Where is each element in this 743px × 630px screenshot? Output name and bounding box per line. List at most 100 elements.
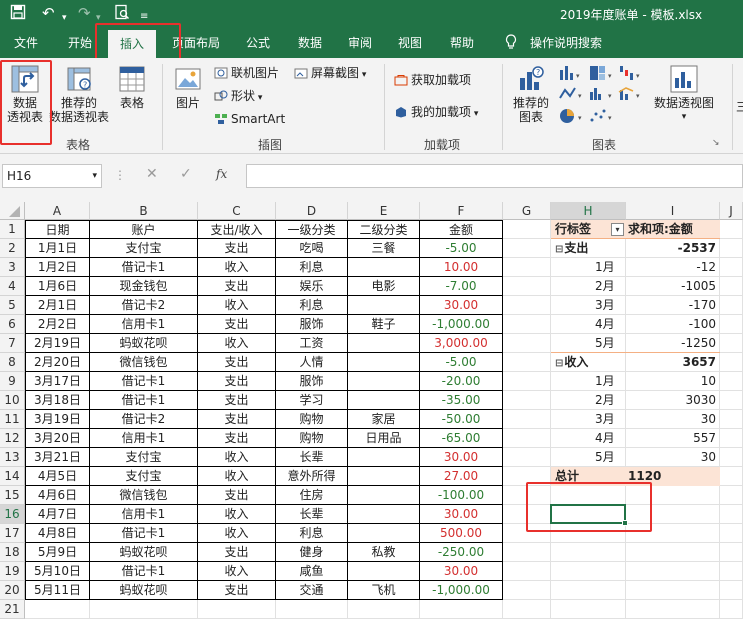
recommended-pivottables-button[interactable]: ? 推荐的 数据透视表: [48, 64, 110, 124]
row-header-7[interactable]: 7: [0, 334, 25, 353]
table-cell[interactable]: 借记卡1: [90, 524, 198, 543]
row-header-5[interactable]: 5: [0, 296, 25, 315]
my-addins-button[interactable]: 我的加载项 ▾: [394, 104, 478, 122]
table-cell[interactable]: -5.00: [420, 353, 503, 372]
pivot-row-label[interactable]: 4月: [551, 429, 626, 448]
table-cell[interactable]: 30.00: [420, 448, 503, 467]
table-cell[interactable]: 购物: [276, 429, 348, 448]
column-header-d[interactable]: D: [276, 202, 348, 220]
table-cell[interactable]: [348, 467, 420, 486]
cancel-icon[interactable]: ✕: [146, 166, 158, 182]
table-cell[interactable]: 支出: [198, 543, 276, 562]
row-header-18[interactable]: 18: [0, 543, 25, 562]
row-header-11[interactable]: 11: [0, 410, 25, 429]
row-header-9[interactable]: 9: [0, 372, 25, 391]
table-cell[interactable]: 27.00: [420, 467, 503, 486]
insert-function-icon[interactable]: fx: [216, 167, 227, 181]
table-cell[interactable]: [348, 258, 420, 277]
table-cell[interactable]: 利息: [276, 258, 348, 277]
shapes-button[interactable]: 形状 ▾: [214, 88, 262, 106]
table-header-cell[interactable]: 一级分类: [276, 220, 348, 239]
table-cell[interactable]: 5月10日: [25, 562, 90, 581]
pivot-row-label[interactable]: 2月: [551, 391, 626, 410]
save-icon[interactable]: [10, 4, 26, 24]
pivot-row-label[interactable]: 1月: [551, 258, 626, 277]
table-cell[interactable]: 微信钱包: [90, 353, 198, 372]
pivot-row-label[interactable]: 5月: [551, 448, 626, 467]
table-header-cell[interactable]: 账户: [90, 220, 198, 239]
row-header-1[interactable]: 1: [0, 220, 25, 239]
table-cell[interactable]: 利息: [276, 524, 348, 543]
table-cell[interactable]: 收入: [198, 505, 276, 524]
table-cell[interactable]: 30.00: [420, 562, 503, 581]
tours-button-cut[interactable]: 三: [736, 98, 743, 112]
table-cell[interactable]: 支出: [198, 239, 276, 258]
tell-me-search[interactable]: 操作说明搜索: [526, 28, 606, 58]
table-cell[interactable]: 服饰: [276, 315, 348, 334]
table-cell[interactable]: 3月18日: [25, 391, 90, 410]
table-cell[interactable]: 购物: [276, 410, 348, 429]
pivot-row-value[interactable]: -2537: [626, 239, 720, 258]
statistic-chart-icon[interactable]: ▾: [590, 88, 612, 100]
table-cell[interactable]: 3月21日: [25, 448, 90, 467]
table-cell[interactable]: 10.00: [420, 258, 503, 277]
row-header-10[interactable]: 10: [0, 391, 25, 410]
table-header-cell[interactable]: 日期: [25, 220, 90, 239]
table-cell[interactable]: -1,000.00: [420, 581, 503, 600]
table-cell[interactable]: [348, 334, 420, 353]
table-cell[interactable]: [348, 448, 420, 467]
scatter-chart-icon[interactable]: ▾: [590, 109, 613, 123]
redo-icon[interactable]: ↷: [78, 4, 91, 22]
table-cell[interactable]: -100.00: [420, 486, 503, 505]
table-cell[interactable]: 蚂蚁花呗: [90, 543, 198, 562]
table-cell[interactable]: 支出: [198, 277, 276, 296]
table-cell[interactable]: 4月8日: [25, 524, 90, 543]
table-cell[interactable]: 借记卡1: [90, 562, 198, 581]
tab-view[interactable]: 视图: [390, 28, 430, 58]
column-header-h[interactable]: H: [551, 202, 626, 220]
tab-formulas[interactable]: 公式: [238, 28, 278, 58]
pivot-row-value[interactable]: -1250: [626, 334, 720, 353]
lightbulb-icon[interactable]: [500, 28, 522, 58]
name-box-dropdown-icon[interactable]: ▾: [92, 165, 97, 187]
table-cell[interactable]: 支出: [198, 353, 276, 372]
row-header-8[interactable]: 8: [0, 353, 25, 372]
pivot-row-label[interactable]: 2月: [551, 277, 626, 296]
table-cell[interactable]: 3月17日: [25, 372, 90, 391]
row-header-15[interactable]: 15: [0, 486, 25, 505]
row-header-14[interactable]: 14: [0, 467, 25, 486]
table-cell[interactable]: 3月19日: [25, 410, 90, 429]
table-cell[interactable]: -50.00: [420, 410, 503, 429]
row-header-3[interactable]: 3: [0, 258, 25, 277]
undo-dropdown-icon[interactable]: ▾: [62, 9, 67, 27]
pivot-header-rows[interactable]: 行标签 ▾: [551, 220, 626, 239]
table-cell[interactable]: [348, 391, 420, 410]
pivot-row-value[interactable]: 3657: [626, 353, 720, 372]
table-cell[interactable]: 支出: [198, 486, 276, 505]
table-cell[interactable]: 2月19日: [25, 334, 90, 353]
table-header-cell[interactable]: 二级分类: [348, 220, 420, 239]
row-header-13[interactable]: 13: [0, 448, 25, 467]
pivot-row-value[interactable]: -100: [626, 315, 720, 334]
select-all-corner[interactable]: [0, 202, 25, 220]
table-cell[interactable]: 交通: [276, 581, 348, 600]
table-cell[interactable]: 收入: [198, 448, 276, 467]
table-cell[interactable]: 5月11日: [25, 581, 90, 600]
table-cell[interactable]: 蚂蚁花呗: [90, 581, 198, 600]
table-cell[interactable]: 1月6日: [25, 277, 90, 296]
recommended-charts-button[interactable]: ? 推荐的 图表: [508, 64, 554, 124]
table-cell[interactable]: -5.00: [420, 239, 503, 258]
table-cell[interactable]: [348, 296, 420, 315]
column-header-e[interactable]: E: [348, 202, 420, 220]
pivotchart-button[interactable]: 数据透视图 ▾: [652, 64, 716, 124]
pivot-row-value[interactable]: -170: [626, 296, 720, 315]
table-cell[interactable]: 4月5日: [25, 467, 90, 486]
table-cell[interactable]: 长辈: [276, 448, 348, 467]
enter-icon[interactable]: ✓: [180, 166, 192, 182]
row-header-6[interactable]: 6: [0, 315, 25, 334]
table-cell[interactable]: 2月20日: [25, 353, 90, 372]
table-cell[interactable]: 2月1日: [25, 296, 90, 315]
charts-dialog-launcher-icon[interactable]: ↘: [712, 138, 720, 148]
pivot-row-label[interactable]: 1月: [551, 372, 626, 391]
table-cell[interactable]: -250.00: [420, 543, 503, 562]
